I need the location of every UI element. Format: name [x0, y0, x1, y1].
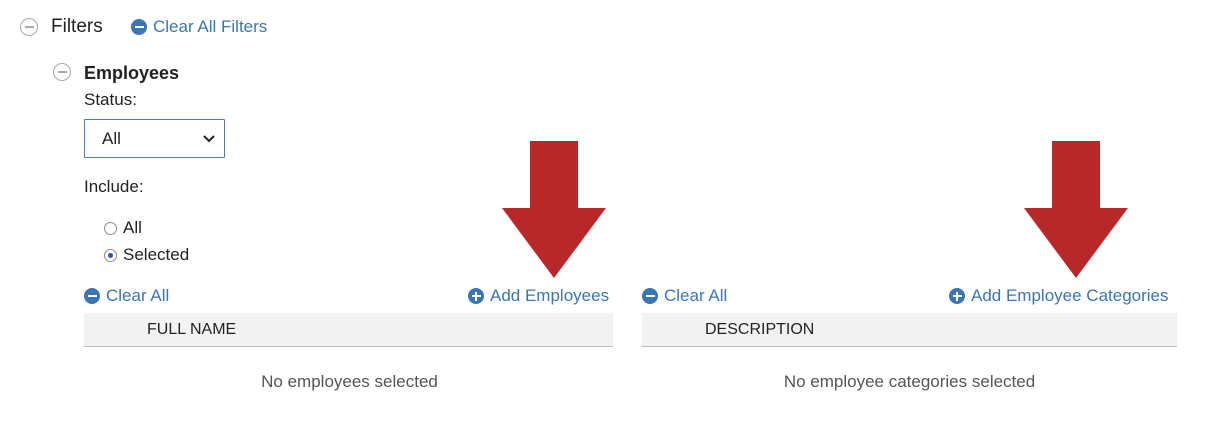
plus-circle-icon: [949, 288, 965, 304]
categories-table-header: DESCRIPTION: [642, 313, 1177, 347]
include-option-selected[interactable]: Selected: [104, 245, 189, 265]
filters-title: Filters: [51, 16, 103, 37]
employees-collapse-icon[interactable]: [53, 63, 71, 81]
clear-all-filters-link[interactable]: Clear All Filters: [131, 17, 267, 37]
chevron-down-icon: [203, 134, 215, 142]
categories-clear-all-label: Clear All: [664, 286, 728, 305]
employees-clear-all-label: Clear All: [106, 286, 170, 305]
clear-all-filters-label: Clear All Filters: [153, 17, 268, 36]
add-employee-categories-label: Add Employee Categories: [971, 286, 1169, 305]
include-label: Include:: [84, 177, 144, 196]
minus-circle-icon: [642, 288, 658, 304]
status-label: Status:: [84, 90, 137, 109]
categories-clear-all-link[interactable]: Clear All: [642, 286, 727, 306]
categories-empty-message: No employee categories selected: [783, 372, 1036, 391]
filters-collapse-icon[interactable]: [20, 18, 38, 36]
status-select[interactable]: All: [84, 119, 225, 158]
full-name-column-header[interactable]: FULL NAME: [147, 321, 236, 339]
add-employees-label: Add Employees: [490, 286, 610, 305]
include-selected-label: Selected: [123, 245, 190, 264]
add-employee-categories-link[interactable]: Add Employee Categories: [949, 286, 1169, 306]
include-all-label: All: [123, 218, 142, 237]
plus-circle-icon: [468, 288, 484, 304]
description-column-header[interactable]: DESCRIPTION: [705, 321, 814, 339]
red-down-arrow-icon: [502, 141, 606, 278]
red-down-arrow-icon: [1024, 141, 1128, 278]
employees-table-header: FULL NAME: [84, 313, 613, 347]
include-selected-radio[interactable]: [104, 248, 117, 262]
include-option-all[interactable]: All: [104, 218, 142, 238]
minus-circle-icon: [131, 19, 147, 35]
employees-clear-all-link[interactable]: Clear All: [84, 286, 169, 306]
minus-circle-icon: [84, 288, 100, 304]
employees-empty-message: No employees selected: [261, 372, 438, 391]
status-select-value: All: [102, 128, 121, 148]
add-employees-link[interactable]: Add Employees: [468, 286, 609, 306]
include-all-radio[interactable]: [104, 221, 117, 235]
employees-section-title: Employees: [84, 63, 180, 83]
